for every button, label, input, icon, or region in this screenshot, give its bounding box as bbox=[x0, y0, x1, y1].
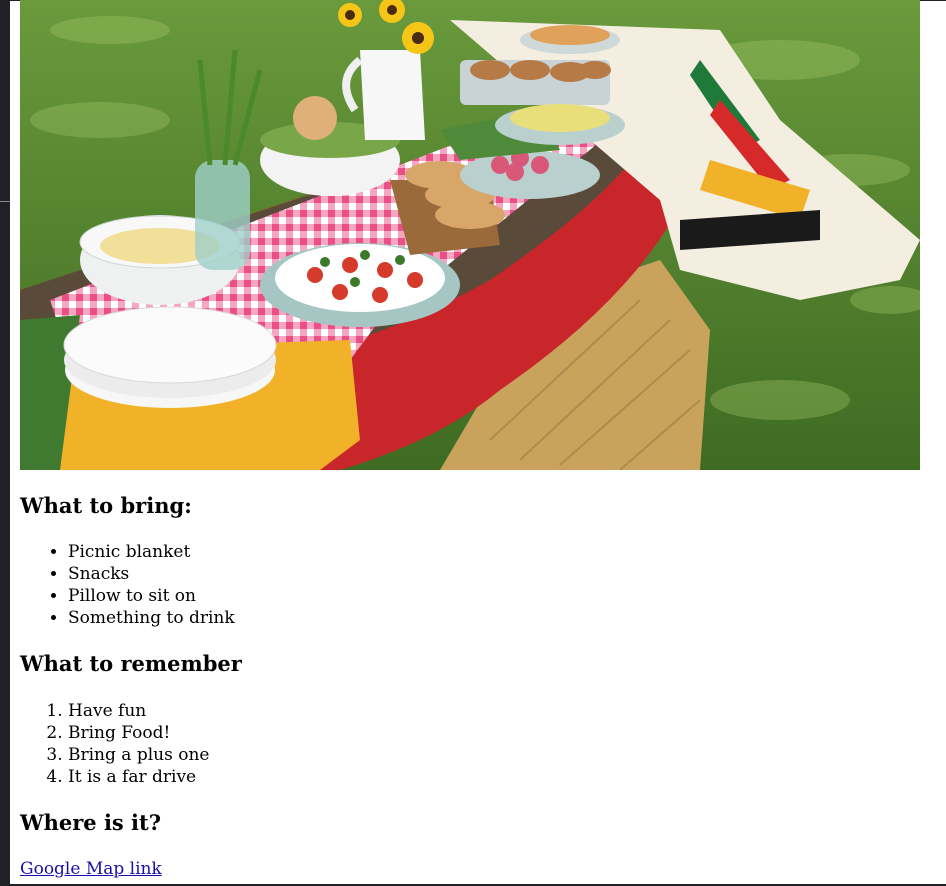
list-item: Snacks bbox=[68, 563, 235, 585]
list-item: Have fun bbox=[68, 700, 209, 722]
window-edge-mark bbox=[0, 201, 10, 202]
page-content: What to bring: Picnic blanket Snacks Pil… bbox=[20, 0, 920, 879]
window-left-edge bbox=[0, 0, 10, 886]
picnic-canoe-image bbox=[20, 0, 920, 470]
list-item: Something to drink bbox=[68, 607, 235, 629]
list-item: Bring Food! bbox=[68, 722, 209, 744]
what-to-remember-list: Have fun Bring Food! Bring a plus one It… bbox=[20, 700, 209, 788]
section-heading-where-is-it: Where is it? bbox=[20, 810, 162, 835]
list-item: It is a far drive bbox=[68, 766, 209, 788]
list-item: Bring a plus one bbox=[68, 744, 209, 766]
section-heading-what-to-bring: What to bring: bbox=[20, 493, 192, 518]
section-heading-what-to-remember: What to remember bbox=[20, 651, 242, 676]
google-map-link[interactable]: Google Map link bbox=[20, 858, 162, 880]
what-to-bring-list: Picnic blanket Snacks Pillow to sit on S… bbox=[20, 541, 235, 629]
list-item: Picnic blanket bbox=[68, 541, 235, 563]
list-item: Pillow to sit on bbox=[68, 585, 235, 607]
